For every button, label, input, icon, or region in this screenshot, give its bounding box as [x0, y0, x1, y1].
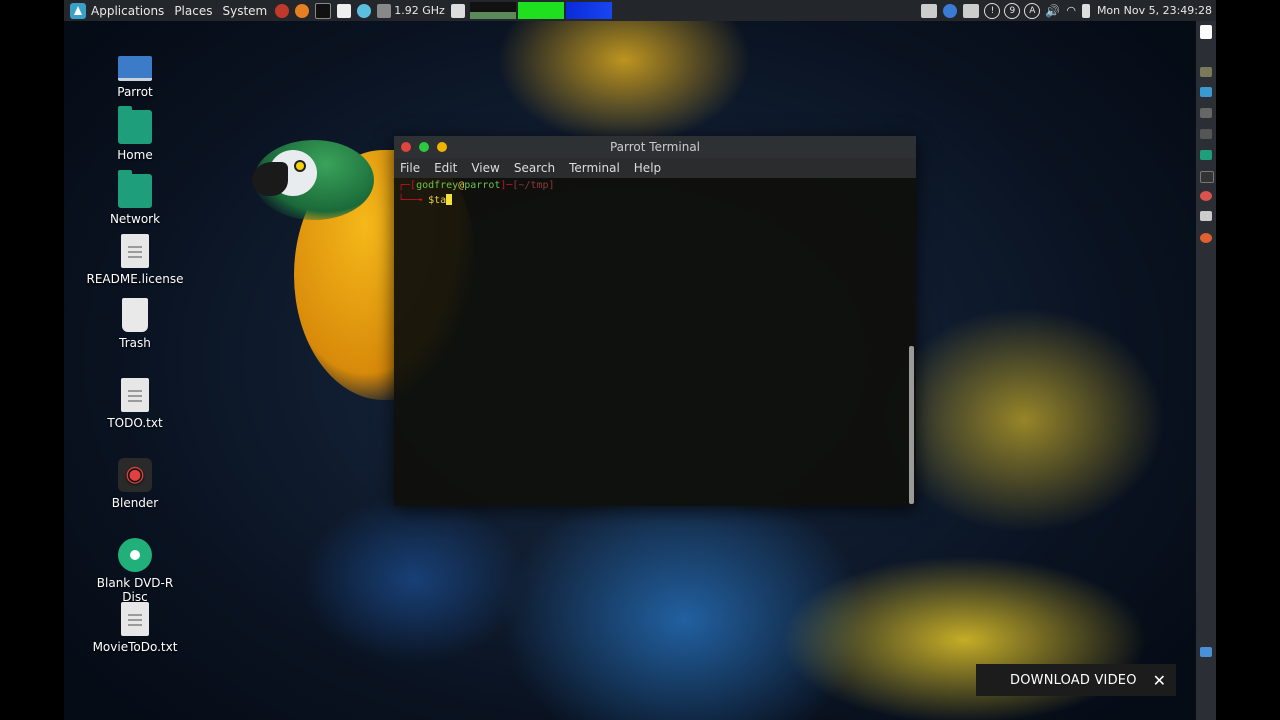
network-folder-icon [118, 170, 152, 208]
desktop-icon-label: MovieToDo.txt [92, 640, 178, 654]
command-line[interactable]: └──╼ $ta [398, 194, 453, 206]
wifi-icon[interactable]: ◠ [1066, 4, 1076, 17]
text-file-icon [121, 234, 149, 268]
prompt-host: parrot [464, 180, 501, 191]
dock-document-icon[interactable] [1200, 211, 1212, 221]
desktop-icon-label: Blank DVD-R Disc [96, 576, 174, 604]
system-menu[interactable]: System [217, 4, 272, 18]
messenger-icon[interactable] [357, 3, 372, 18]
volume-icon[interactable]: 🔊 [1045, 4, 1060, 18]
menu-file[interactable]: File [394, 161, 428, 175]
dock-parrot-icon[interactable] [1200, 25, 1212, 39]
desktop-icon-trash[interactable]: Trash [85, 298, 185, 350]
nine-indicator[interactable]: 9 [1004, 2, 1021, 19]
camera-icon[interactable] [963, 3, 980, 18]
battery-icon[interactable] [1081, 3, 1090, 18]
terminal-window[interactable]: Parrot Terminal File Edit View Search Te… [394, 136, 916, 506]
home-folder-icon [118, 106, 152, 144]
maximize-window-button[interactable] [419, 142, 429, 152]
desktop-icon-label: TODO.txt [107, 416, 163, 430]
desktop-icon-network[interactable]: Network [85, 170, 185, 226]
terminal-launcher-icon[interactable] [315, 2, 332, 19]
cpu-chip-icon [377, 3, 392, 18]
notes-icon[interactable] [921, 3, 938, 18]
disc-icon [118, 538, 152, 572]
desktop-icon-label: Trash [119, 336, 151, 350]
desktop-icon-label: Parrot [117, 85, 153, 99]
terminal-title: Parrot Terminal [609, 140, 701, 154]
desktop-icon-label: Network [109, 212, 161, 226]
accessibility-indicator[interactable]: A [1024, 2, 1041, 19]
cpu-graph [469, 2, 516, 19]
places-menu[interactable]: Places [169, 4, 217, 18]
wallpaper-parrot-beak [252, 162, 288, 196]
blender-icon: ◉ [118, 458, 152, 492]
trash-icon [122, 298, 148, 332]
letterbox-left [0, 0, 64, 720]
text-file-icon [121, 378, 149, 412]
memory-graph [517, 2, 564, 19]
alert-indicator[interactable]: ! [984, 2, 1001, 19]
download-video-banner: DOWNLOAD VIDEO ✕ [976, 664, 1176, 696]
text-file-icon [121, 602, 149, 636]
dock-car-icon[interactable] [1200, 108, 1212, 118]
dock-folder-icon[interactable] [1200, 150, 1212, 160]
prompt-path: [~/tmp] [512, 180, 555, 191]
dock-terminal-icon[interactable] [1200, 171, 1214, 183]
menu-view[interactable]: View [465, 161, 507, 175]
network-monitor-icon [450, 3, 465, 18]
desktop-icon-label: Blender [111, 496, 159, 510]
terminal-output[interactable]: ┌─[godfrey@parrot]─[~/tmp] └──╼ $ta [394, 178, 906, 506]
dock-music-icon[interactable] [1200, 129, 1212, 139]
cpu-frequency: 1.92 GHz [394, 4, 445, 17]
menu-terminal[interactable]: Terminal [563, 161, 628, 175]
desktop-icon-todo[interactable]: TODO.txt [85, 378, 185, 430]
applications-menu[interactable]: Applications [86, 4, 169, 18]
desktop-icon-label: Home [117, 148, 153, 162]
text-cursor [446, 194, 453, 205]
desktop-icon-readme[interactable]: README.license [85, 234, 185, 286]
right-dock [1196, 21, 1216, 720]
minimize-window-button[interactable] [437, 142, 447, 152]
firefox-icon[interactable] [295, 3, 310, 18]
parrot-launcher-icon[interactable] [275, 3, 290, 18]
desktop-icon-dvd[interactable]: Blank DVD-R Disc [85, 538, 185, 604]
menu-edit[interactable]: Edit [428, 161, 465, 175]
dock-archive-icon[interactable] [1200, 67, 1212, 77]
menu-help[interactable]: Help [628, 161, 669, 175]
desktop-icon-home[interactable]: Home [85, 106, 185, 162]
dock-workspace-icon[interactable] [1200, 647, 1212, 657]
dock-browser-icon[interactable] [1200, 191, 1212, 201]
bluetooth-icon[interactable] [943, 3, 958, 18]
terminal-menubar: File Edit View Search Terminal Help [394, 158, 916, 178]
terminal-titlebar[interactable]: Parrot Terminal [394, 136, 916, 158]
menu-search[interactable]: Search [508, 161, 563, 175]
desktop-icon-blender[interactable]: ◉ Blender [85, 458, 185, 510]
desktop-icon-movietodo[interactable]: MovieToDo.txt [85, 602, 185, 654]
desktop-icon-label: README.license [86, 272, 184, 286]
prompt-line: ┌─[godfrey@parrot]─[~/tmp] [398, 180, 555, 191]
text-editor-icon[interactable] [337, 3, 352, 18]
close-window-button[interactable] [401, 142, 411, 152]
wallpaper-parrot-eye [294, 160, 306, 172]
command-text: ta [434, 195, 447, 206]
network-graph [565, 2, 612, 19]
top-panel: Applications Places System 1.92 GHz ! 9 … [64, 0, 1216, 21]
parrot-menu-icon[interactable] [70, 0, 86, 21]
letterbox-right [1216, 0, 1280, 720]
dock-app-icon[interactable] [1200, 233, 1212, 243]
download-video-button[interactable]: DOWNLOAD VIDEO [1010, 673, 1137, 688]
dock-monitor-icon[interactable] [1200, 87, 1212, 97]
clock[interactable]: Mon Nov 5, 23:49:28 [1097, 4, 1212, 17]
desktop-icon-parrot[interactable]: Parrot [85, 46, 185, 99]
terminal-scrollbar[interactable] [909, 346, 914, 504]
laptop-icon [118, 56, 152, 81]
close-icon[interactable]: ✕ [1153, 671, 1166, 690]
prompt-user: godfrey [416, 180, 459, 191]
